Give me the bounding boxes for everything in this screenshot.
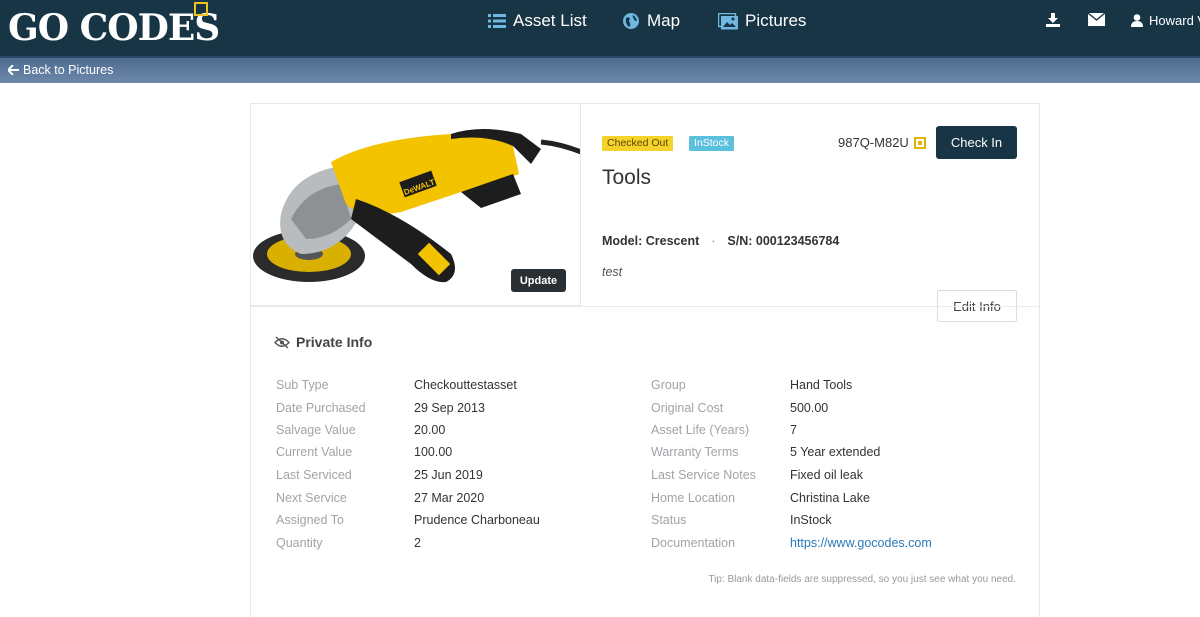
top-nav-bar: GO CODES Asset List Map Pictures Howard …: [0, 0, 1200, 56]
field-label: Last Service Notes: [651, 468, 756, 482]
field-row: Asset Life (Years): [651, 423, 749, 437]
field-label: Salvage Value: [276, 423, 356, 437]
mail-icon: [1087, 12, 1106, 26]
field-value: 25 Jun 2019: [414, 468, 483, 482]
sub-nav-bar: Back to Pictures: [0, 56, 1200, 83]
list-icon: [488, 14, 506, 28]
qr-code-icon[interactable]: [913, 136, 926, 149]
asset-code: 987Q-M82U: [838, 135, 926, 150]
field-label: Sub Type: [276, 378, 329, 392]
field-value: 29 Sep 2013: [414, 401, 485, 415]
field-value: 5 Year extended: [790, 445, 881, 459]
instock-badge: InStock: [689, 136, 735, 151]
field-value: InStock: [790, 513, 832, 527]
field-row: Current Value: [276, 445, 352, 459]
field-value: Fixed oil leak: [790, 468, 863, 482]
nav-pictures-label: Pictures: [745, 11, 807, 30]
asset-note: test: [602, 265, 623, 279]
field-value: 27 Mar 2020: [414, 491, 485, 505]
serial-text: S/N: 000123456784: [727, 234, 840, 248]
download-button[interactable]: [1046, 13, 1060, 31]
back-label: Back to Pictures: [23, 63, 114, 77]
field-label: Original Cost: [651, 401, 724, 415]
section-divider: [251, 306, 1039, 307]
checked-out-badge: Checked Out: [602, 136, 674, 151]
nav-map-label: Map: [647, 11, 681, 30]
field-row: Original Cost: [651, 401, 723, 415]
field-value: Prudence Charboneau: [414, 513, 540, 527]
asset-image: DeWALT Update: [251, 104, 581, 306]
tip-text: Tip: Blank data-fields are suppressed, s…: [708, 574, 1016, 585]
field-row: Last Serviced: [276, 468, 352, 482]
field-row: Warranty Terms: [651, 445, 739, 459]
private-info-label: Private Info: [296, 334, 373, 350]
nav-map[interactable]: Map: [622, 11, 680, 31]
field-label: Documentation: [651, 536, 736, 550]
field-label: Date Purchased: [276, 401, 366, 415]
separator-dot: ·: [711, 234, 716, 248]
pictures-icon: [718, 12, 738, 29]
field-row: Next Service: [276, 491, 347, 505]
field-value: 2: [414, 536, 421, 550]
field-value: https://www.gocodes.com: [790, 536, 932, 550]
field-row: Assigned To: [276, 513, 344, 527]
field-value: 500.00: [790, 401, 829, 415]
field-label: Asset Life (Years): [651, 423, 750, 437]
nav-pictures[interactable]: Pictures: [718, 11, 806, 31]
update-image-button[interactable]: Update: [511, 269, 566, 292]
field-label: Status: [651, 513, 687, 527]
field-row: Quantity: [276, 536, 323, 550]
field-label: Assigned To: [276, 513, 344, 527]
model-text: Model: Crescent: [602, 234, 700, 248]
field-row: Home Location: [651, 491, 735, 505]
field-row: Group: [651, 378, 686, 392]
user-menu[interactable]: Howard V: [1131, 13, 1200, 28]
user-name: Howard V: [1149, 13, 1200, 28]
asset-card: DeWALT Update Checked Out InStock 987Q-M…: [250, 103, 1040, 617]
model-serial-row: Model: Crescent · S/N: 000123456784: [602, 234, 839, 248]
field-label: Next Service: [276, 491, 347, 505]
asset-code-text: 987Q-M82U: [838, 135, 909, 150]
logo-text: GO CODES: [8, 7, 220, 49]
field-value: Hand Tools: [790, 378, 853, 392]
mail-button[interactable]: [1087, 12, 1106, 31]
field-value: Checkouttestasset: [414, 378, 517, 392]
nav-asset-list[interactable]: Asset List: [488, 11, 587, 31]
private-info-heading: Private Info: [274, 334, 372, 350]
field-label: Group: [651, 378, 686, 392]
field-label: Home Location: [651, 491, 736, 505]
eye-slash-icon: [274, 335, 290, 349]
field-value: 100.00: [414, 445, 453, 459]
field-row: Documentation: [651, 536, 735, 550]
field-row: Status: [651, 513, 686, 527]
documentation-link[interactable]: https://www.gocodes.com: [790, 536, 932, 550]
field-label: Last Serviced: [276, 468, 352, 482]
field-row: Salvage Value: [276, 423, 356, 437]
field-row: Sub Type: [276, 378, 329, 392]
asset-title: Tools: [602, 166, 652, 189]
nav-asset-list-label: Asset List: [513, 11, 587, 30]
check-in-button[interactable]: Check In: [936, 126, 1017, 159]
field-label: Warranty Terms: [651, 445, 739, 459]
user-icon: [1131, 14, 1143, 27]
logo-square-icon: [194, 2, 208, 16]
arrow-left-icon: [8, 65, 19, 75]
field-value: 20.00: [414, 423, 446, 437]
field-row: Last Service Notes: [651, 468, 756, 482]
field-row: Date Purchased: [276, 401, 366, 415]
field-label: Current Value: [276, 445, 353, 459]
download-icon: [1046, 13, 1060, 27]
back-to-pictures-link[interactable]: Back to Pictures: [8, 63, 113, 77]
field-value: Christina Lake: [790, 491, 870, 505]
globe-icon: [623, 13, 639, 29]
field-label: Quantity: [276, 536, 323, 550]
field-value: 7: [790, 423, 797, 437]
